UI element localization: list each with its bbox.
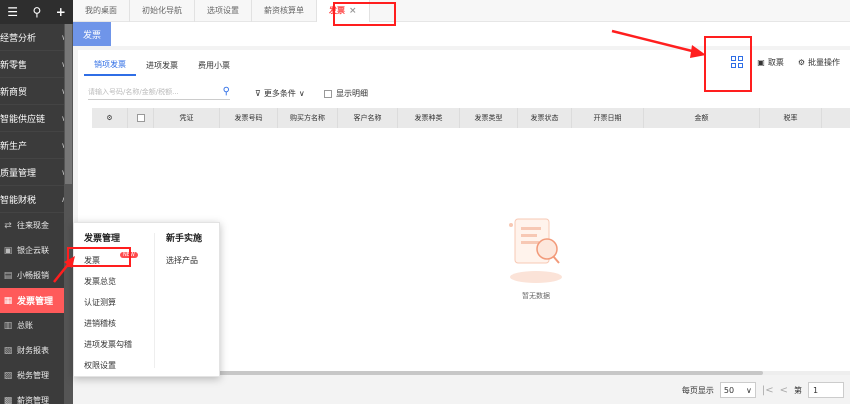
sidebar-sub-tax[interactable]: ▨ 税务管理 — [0, 363, 73, 388]
sidebar-item-smart-finance[interactable]: 智能财税∧ — [0, 186, 73, 213]
menu-item-audit[interactable]: 进销稽核 — [84, 313, 132, 334]
column-header[interactable]: 客户名称 — [338, 108, 398, 128]
first-page-icon[interactable]: |< — [762, 385, 774, 396]
tax-icon: ▨ — [3, 370, 13, 381]
column-header[interactable]: 税率 — [760, 108, 822, 128]
show-detail-checkbox[interactable] — [324, 89, 332, 98]
fetch-invoice-button[interactable]: ▣ 取票 — [757, 57, 784, 68]
chevron-down-icon: ∨ — [298, 89, 305, 98]
sidebar-top: ☰ ⚲ + — [0, 0, 73, 24]
column-header[interactable]: 发票种类 — [398, 108, 460, 128]
search-icon[interactable]: ⚲ — [223, 86, 230, 97]
menu-column-onboarding: 新手实施 选择产品 — [166, 231, 202, 271]
sidebar-item-new-trade[interactable]: 新商贸∨ — [0, 78, 73, 105]
per-page-select[interactable]: 50 ∨ — [719, 382, 756, 398]
table-header: ⚙ 凭证 发票号码 购买方名称 客户名称 发票种类 发票类型 发票状态 开票日期… — [92, 108, 850, 128]
column-header[interactable]: 开票日期 — [572, 108, 644, 128]
invoice-subtabs: 销项发票 进项发票 费用小票 — [84, 54, 240, 76]
filter-icon: ⊽ — [255, 89, 261, 98]
empty-text: 暂无数据 — [522, 292, 550, 300]
column-header[interactable]: 金额 — [644, 108, 760, 128]
settings-icon: ⚙ — [797, 57, 805, 67]
tab-sales-invoice[interactable]: 销项发票 — [84, 54, 136, 76]
ledger-icon: ▥ — [3, 320, 13, 331]
sidebar-sub-ledger[interactable]: ▥ 总账 — [0, 313, 73, 338]
tab-salary[interactable]: 薪资核算单 — [252, 0, 317, 22]
menu-item-overview[interactable]: 发票总览 — [84, 271, 132, 292]
annotation-arrow-qr — [611, 29, 706, 58]
search-placeholder: 请输入号码/名称/金额/税额... — [88, 87, 179, 96]
receipt-icon: ▤ — [3, 270, 13, 281]
menu-item-select-product[interactable]: 选择产品 — [166, 250, 202, 271]
assets-icon: ▩ — [3, 395, 13, 406]
add-icon[interactable]: + — [56, 5, 66, 19]
tab-expense-receipt[interactable]: 费用小票 — [188, 54, 240, 76]
sidebar-sub-invoice-mgmt[interactable]: ▦ 发票管理 — [0, 288, 73, 313]
report-icon: ▧ — [3, 345, 13, 356]
per-page-label: 每页显示 — [681, 385, 714, 395]
invoice-icon: ▦ — [3, 295, 13, 306]
sidebar-scrollbar[interactable] — [64, 24, 73, 404]
page-title: 发票 — [73, 22, 111, 46]
empty-illustration — [501, 205, 571, 287]
annotation-box-tab — [333, 2, 396, 26]
sidebar-item-new-production[interactable]: 新生产∨ — [0, 132, 73, 159]
tab-bar: 我的桌面 初始化导航 选项设置 薪资核算单 发票 × — [73, 0, 850, 22]
invoice-management-menu: 发票管理 发票 发票总览 认证测算 进销稽核 进项发票勾稽 权限设置 NEW 新… — [73, 222, 220, 377]
column-header[interactable]: 发票状态 — [518, 108, 572, 128]
batch-operation-button[interactable]: ⚙ 批量操作 — [798, 57, 840, 68]
menu-icon[interactable]: ☰ — [7, 5, 18, 19]
sidebar-item-quality[interactable]: 质量管理∨ — [0, 159, 73, 186]
menu-divider — [154, 233, 155, 368]
bank-icon: ▣ — [3, 245, 13, 256]
search-icon[interactable]: ⚲ — [32, 5, 41, 19]
search-input[interactable]: 请输入号码/名称/金额/税额... ⚲ — [88, 84, 230, 100]
annotation-arrow-menu — [53, 256, 75, 283]
menu-item-permissions[interactable]: 权限设置 — [84, 355, 132, 376]
sidebar: ☰ ⚲ + 经营分析∨ 新零售∨ 新商贸∨ 智能供应链∨ 新生产∨ 质量管理∨ … — [0, 0, 73, 406]
show-detail-toggle[interactable]: 显示明细 — [324, 88, 368, 99]
transfer-icon: ⇄ — [4, 220, 12, 231]
sidebar-sub-cash[interactable]: ⇄ 往来现金 — [0, 213, 73, 238]
column-header[interactable]: 发票类型 — [460, 108, 518, 128]
column-header[interactable]: 购买方名称 — [278, 108, 338, 128]
sidebar-item-new-retail[interactable]: 新零售∨ — [0, 51, 73, 78]
column-header[interactable]: 发票号码 — [220, 108, 278, 128]
more-filters-button[interactable]: ⊽ 更多条件 ∨ — [255, 88, 305, 99]
page-number-input[interactable]: 1 — [808, 382, 844, 398]
sidebar-item-supply-chain[interactable]: 智能供应链∨ — [0, 105, 73, 132]
sidebar-sub-reports[interactable]: ▧ 财务报表 — [0, 338, 73, 363]
menu-item-certification[interactable]: 认证测算 — [84, 292, 132, 313]
scrollbar-thumb[interactable] — [65, 24, 72, 184]
empty-state: 暂无数据 — [496, 205, 576, 301]
tab-init-nav[interactable]: 初始化导航 — [130, 0, 195, 22]
sidebar-item-business-analysis[interactable]: 经营分析∨ — [0, 24, 73, 51]
tab-options[interactable]: 选项设置 — [195, 0, 252, 22]
chevron-down-icon: ∨ — [746, 385, 752, 395]
image-icon: ▣ — [757, 57, 765, 67]
menu-header: 新手实施 — [166, 234, 203, 244]
column-settings-icon[interactable]: ⚙ — [92, 108, 128, 128]
pagination: 每页显示 50 ∨ |< < 第 1 — [682, 382, 844, 398]
prev-page-icon[interactable]: < — [780, 385, 788, 396]
page-label: 第 — [794, 385, 802, 395]
column-header[interactable]: 凭证 — [154, 108, 220, 128]
annotation-box-qr — [704, 36, 752, 92]
menu-header: 发票管理 — [84, 234, 121, 244]
menu-item-input-match[interactable]: 进项发票勾稽 — [84, 334, 132, 355]
sidebar-sub-assets[interactable]: ▩ 薪资管理 — [0, 388, 73, 413]
select-all-checkbox[interactable] — [128, 108, 154, 128]
tab-desktop[interactable]: 我的桌面 — [73, 0, 130, 22]
tab-purchase-invoice[interactable]: 进项发票 — [136, 54, 188, 76]
